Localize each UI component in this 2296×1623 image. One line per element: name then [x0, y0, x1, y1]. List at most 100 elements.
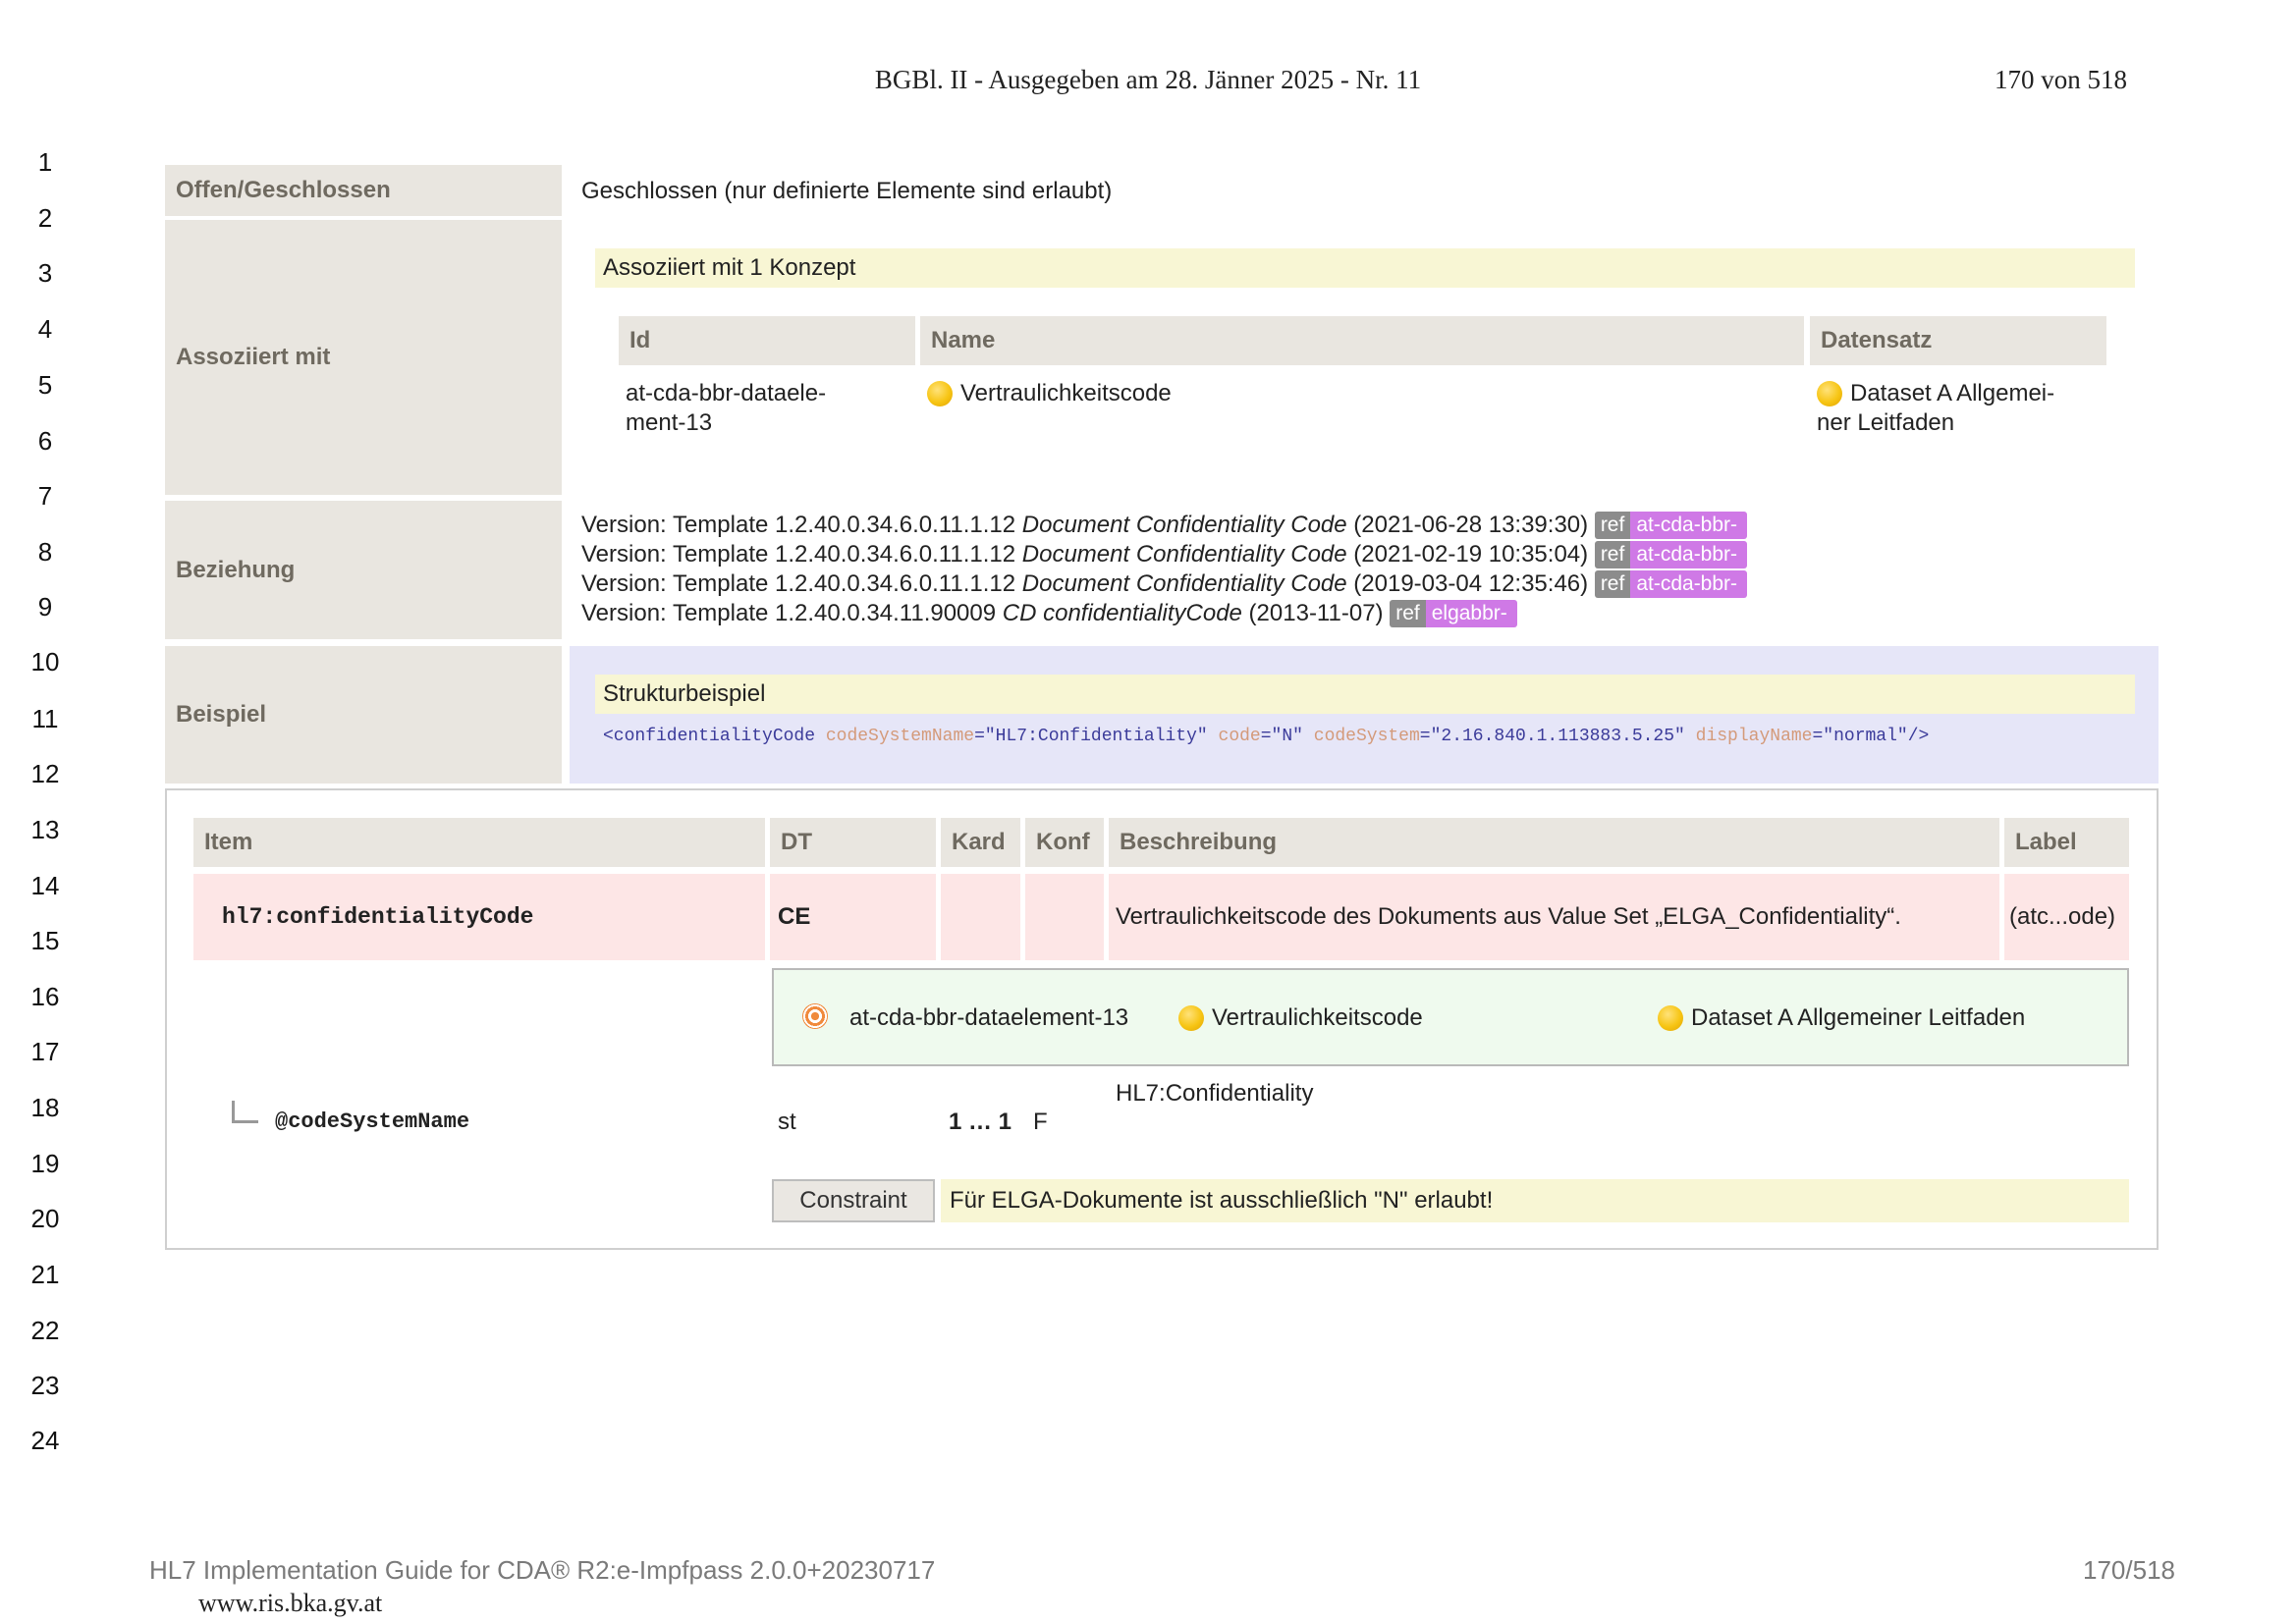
- label-beziehung: Beziehung: [165, 501, 562, 639]
- version-name: Document Confidentiality Code: [1021, 570, 1347, 597]
- line-number: 6: [37, 426, 53, 456]
- constraint-text: Für ELGA-Dokumente ist ausschließlich "N…: [941, 1179, 2129, 1222]
- line-number: 9: [37, 592, 53, 622]
- sub-row-beschreibung: HL7:Confidentiality: [1116, 1080, 1314, 1107]
- tree-branch-icon: [232, 1101, 258, 1123]
- version-date: (2021-06-28 13:39:30): [1346, 512, 1589, 538]
- concept-header-id: Id: [619, 316, 915, 365]
- concept-name-text: Vertraulichkeitscode: [960, 380, 1172, 406]
- offen-geschlossen-value: Geschlossen (nur definierte Elemente sin…: [581, 178, 1113, 204]
- item-header-konf: Konf: [1025, 818, 1104, 867]
- version-name: Document Confidentiality Code: [1021, 541, 1347, 568]
- line-number: 12: [30, 759, 60, 788]
- example-banner: Strukturbeispiel: [595, 675, 2135, 714]
- main-row-dt: CE: [778, 903, 811, 930]
- code-attr: displayName: [1695, 727, 1813, 746]
- line-number: 17: [30, 1037, 60, 1066]
- concept-box-id[interactable]: at-cda-bbr-dataelement-13: [849, 1003, 1128, 1033]
- ref-badge[interactable]: ref: [1594, 512, 1631, 539]
- main-row-beschreibung: Vertraulichkeitscode des Dokuments aus V…: [1116, 903, 1901, 930]
- concept-datensatz[interactable]: Dataset A Allgemei- ner Leitfaden: [1817, 379, 2054, 438]
- item-header-beschreibung: Beschreibung: [1109, 818, 1999, 867]
- version-name: Document Confidentiality Code: [1021, 512, 1347, 538]
- concept-box-dataset[interactable]: Dataset A Allgemeiner Leitfaden: [1658, 1003, 2025, 1033]
- ref-badge-value[interactable]: at-cda-bbr-: [1630, 541, 1748, 568]
- line-number: 4: [37, 314, 53, 344]
- version-line: Version: Template 1.2.40.0.34.11.90009 C…: [581, 599, 1747, 628]
- version-line: Version: Template 1.2.40.0.34.6.0.11.1.1…: [581, 511, 1748, 540]
- sub-row-item[interactable]: @codeSystemName: [275, 1108, 469, 1137]
- item-header-kard: Kard: [941, 818, 1020, 867]
- line-number: 2: [37, 203, 53, 233]
- code-value: ="HL7:Confidentiality": [974, 727, 1219, 746]
- line-number: 8: [37, 537, 53, 567]
- concept-id-line2: ment-13: [626, 409, 713, 436]
- label-assoziiert-mit: Assoziiert mit: [165, 220, 562, 495]
- concept-box-dataset-bullet-icon: [1658, 1005, 1683, 1031]
- assoziiert-banner: Assoziiert mit 1 Konzept: [595, 248, 2135, 288]
- concept-datensatz-line1: Dataset A Allgemei-: [1850, 380, 2055, 406]
- line-number: 24: [30, 1426, 60, 1455]
- sub-row-dt: st: [778, 1109, 796, 1135]
- code-attr: codeSystem: [1313, 727, 1420, 746]
- concept-id[interactable]: at-cda-bbr-dataele- ment-13: [626, 379, 826, 438]
- page-header-title: BGBl. II - Ausgegeben am 28. Jänner 2025…: [874, 65, 1422, 94]
- constraint-button[interactable]: Constraint: [772, 1179, 935, 1222]
- concept-header-name: Name: [920, 316, 1804, 365]
- line-number: 23: [30, 1371, 60, 1400]
- code-attr: codeSystemName: [825, 727, 975, 746]
- concept-name[interactable]: Vertraulichkeitscode: [927, 379, 1172, 408]
- version-date: (2019-03-04 12:35:46): [1346, 570, 1589, 597]
- line-number: 7: [37, 481, 53, 511]
- line-number: 20: [30, 1204, 60, 1233]
- main-row-item[interactable]: hl7:confidentialityCode: [222, 902, 533, 932]
- line-number: 14: [30, 871, 60, 900]
- version-name: CD confidentialityCode: [1002, 600, 1242, 626]
- line-number: 19: [30, 1149, 60, 1178]
- footer-page: 170/518: [2083, 1555, 2175, 1585]
- line-number: 5: [37, 370, 53, 400]
- version-prefix: Version: Template 1.2.40.0.34.6.0.11.1.1…: [581, 570, 1022, 597]
- concept-header-datensatz: Datensatz: [1810, 316, 2106, 365]
- version-prefix: Version: Template 1.2.40.0.34.11.90009: [581, 600, 1003, 626]
- ref-badge[interactable]: ref: [1594, 541, 1631, 568]
- concept-box-name[interactable]: Vertraulichkeitscode: [1178, 1003, 1423, 1033]
- ref-badge-value[interactable]: at-cda-bbr-: [1630, 570, 1748, 598]
- version-prefix: Version: Template 1.2.40.0.34.6.0.11.1.1…: [581, 512, 1022, 538]
- example-code: <confidentialityCode codeSystemName="HL7…: [603, 727, 1929, 746]
- version-line: Version: Template 1.2.40.0.34.6.0.11.1.1…: [581, 540, 1748, 569]
- item-header-label: Label: [2004, 818, 2129, 867]
- code-attr: code: [1218, 727, 1261, 746]
- line-number: 21: [30, 1260, 60, 1289]
- line-number: 22: [30, 1316, 60, 1345]
- main-row-label: (atc...ode): [2009, 903, 2116, 930]
- ref-badge-value[interactable]: at-cda-bbr-: [1630, 512, 1748, 539]
- version-prefix: Version: Template 1.2.40.0.34.6.0.11.1.1…: [581, 541, 1022, 568]
- version-date: (2013-11-07): [1241, 600, 1384, 626]
- sub-row-kard: 1 … 1: [949, 1109, 1012, 1135]
- concept-box-dataset-text: Dataset A Allgemeiner Leitfaden: [1691, 1004, 2026, 1031]
- label-beispiel: Beispiel: [165, 646, 562, 784]
- concept-bullet-icon: [927, 381, 953, 406]
- code-value: ="2.16.840.1.113883.5.25": [1419, 727, 1696, 746]
- version-date: (2021-02-19 10:35:04): [1346, 541, 1589, 568]
- label-offen-geschlossen: Offen/Geschlossen: [165, 165, 562, 216]
- footer-guide: HL7 Implementation Guide for CDA® R2:e-I…: [149, 1555, 936, 1585]
- ref-badge[interactable]: ref: [1594, 570, 1631, 598]
- ref-badge-value[interactable]: elgabbr-: [1425, 600, 1517, 627]
- line-number: 16: [30, 982, 60, 1011]
- line-number: 18: [30, 1093, 60, 1122]
- sub-row-konf: F: [1033, 1109, 1048, 1135]
- line-number: 1: [37, 147, 53, 177]
- concept-box-bullet-icon: [1178, 1005, 1204, 1031]
- main-row-konf-cell: [1025, 874, 1104, 960]
- concept-box-name-text: Vertraulichkeitscode: [1212, 1004, 1423, 1031]
- main-row-kard-cell: [941, 874, 1020, 960]
- target-icon: [802, 1003, 828, 1029]
- footer-url[interactable]: www.ris.bka.gv.at: [198, 1589, 382, 1618]
- example-panel: [570, 646, 2159, 784]
- ref-badge[interactable]: ref: [1390, 600, 1426, 627]
- line-number: 15: [30, 926, 60, 955]
- line-number: 13: [30, 815, 60, 844]
- item-header-dt: DT: [770, 818, 936, 867]
